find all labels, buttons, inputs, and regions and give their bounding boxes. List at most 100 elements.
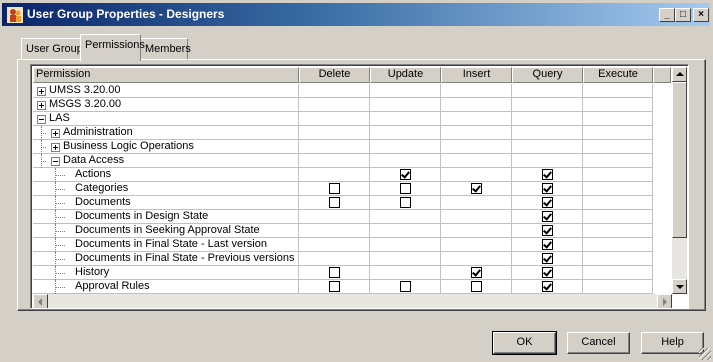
query-checkbox[interactable] (542, 183, 553, 194)
update-checkbox[interactable] (400, 197, 411, 208)
table-row[interactable]: Actions (33, 168, 671, 182)
insert-cell (441, 280, 512, 294)
delete-cell (299, 266, 370, 280)
table-row[interactable]: Business Logic Operations (33, 140, 671, 154)
permission-cell: UMSS 3.20.00 (33, 84, 299, 98)
tab-permissions[interactable]: Permissions (80, 34, 145, 61)
query-cell (512, 238, 583, 252)
update-cell (370, 168, 441, 182)
permission-label: Actions (75, 168, 112, 180)
update-cell (370, 112, 441, 126)
close-icon: × (698, 9, 704, 20)
scroll-left-button[interactable] (33, 294, 48, 308)
table-row[interactable]: UMSS 3.20.00 (33, 84, 671, 98)
query-cell (512, 140, 583, 154)
title-bar[interactable]: User Group Properties - Designers _ □ × (2, 3, 710, 26)
maximize-button[interactable]: □ (675, 8, 691, 22)
table-row[interactable]: Data Access (33, 154, 671, 168)
tab-label: User Group (26, 43, 83, 55)
execute-cell (583, 210, 653, 224)
cancel-button[interactable]: Cancel (567, 332, 630, 354)
table-row[interactable]: LAS (33, 112, 671, 126)
resize-grip-icon[interactable] (699, 348, 711, 360)
expand-icon[interactable] (51, 143, 60, 152)
expand-icon[interactable] (37, 87, 46, 96)
query-cell (512, 280, 583, 294)
table-row[interactable]: MSGS 3.20.00 (33, 98, 671, 112)
column-header-execute[interactable]: Execute (583, 67, 653, 83)
update-cell (370, 84, 441, 98)
column-header-delete[interactable]: Delete (299, 67, 370, 83)
insert-cell (441, 196, 512, 210)
table-row[interactable]: Documents in Seeking Approval State (33, 224, 671, 238)
tab-user-group[interactable]: User Group (21, 38, 83, 60)
delete-cell (299, 126, 370, 140)
ok-button[interactable]: OK (492, 331, 557, 355)
vertical-scrollbar[interactable] (672, 67, 687, 294)
permission-cell: MSGS 3.20.00 (33, 98, 299, 112)
minimize-button[interactable]: _ (659, 8, 675, 22)
insert-checkbox[interactable] (471, 267, 482, 278)
delete-checkbox[interactable] (329, 197, 340, 208)
close-button[interactable]: × (693, 8, 709, 22)
insert-cell (441, 252, 512, 266)
expand-icon[interactable] (37, 101, 46, 110)
query-checkbox[interactable] (542, 225, 553, 236)
tree-line (55, 175, 65, 176)
permission-label: Business Logic Operations (63, 140, 194, 152)
query-checkbox[interactable] (542, 239, 553, 250)
delete-checkbox[interactable] (329, 281, 340, 292)
table-row[interactable]: Documents in Final State - Last version (33, 238, 671, 252)
tree-line (55, 189, 65, 190)
scroll-right-button[interactable] (657, 294, 672, 308)
tab-label: Permissions (85, 39, 145, 51)
update-cell (370, 196, 441, 210)
query-checkbox[interactable] (542, 253, 553, 264)
query-cell (512, 266, 583, 280)
table-row[interactable]: Categories (33, 182, 671, 196)
permission-label: Documents in Design State (75, 210, 209, 222)
delete-cell (299, 168, 370, 182)
table-row[interactable]: Documents in Design State (33, 210, 671, 224)
permissions-grid[interactable]: Permission Delete Update Insert Query Ex… (30, 64, 689, 309)
query-checkbox[interactable] (542, 267, 553, 278)
insert-checkbox[interactable] (471, 183, 482, 194)
scroll-up-button[interactable] (672, 67, 687, 82)
query-checkbox[interactable] (542, 169, 553, 180)
column-header-query[interactable]: Query (512, 67, 583, 83)
column-header-insert[interactable]: Insert (441, 67, 512, 83)
permission-label: Approval Rules (75, 280, 150, 292)
insert-checkbox[interactable] (471, 281, 482, 292)
delete-checkbox[interactable] (329, 183, 340, 194)
permission-cell: Documents (33, 196, 299, 210)
table-row[interactable]: Documents in Final State - Previous vers… (33, 252, 671, 266)
insert-cell (441, 154, 512, 168)
query-checkbox[interactable] (542, 197, 553, 208)
help-button[interactable]: Help (641, 332, 704, 354)
table-row[interactable]: Administration (33, 126, 671, 140)
scroll-thumb[interactable] (672, 82, 687, 238)
table-row[interactable]: History (33, 266, 671, 280)
table-row[interactable]: Documents (33, 196, 671, 210)
scroll-down-button[interactable] (672, 279, 687, 294)
dialog-window: User Group Properties - Designers _ □ × … (0, 0, 713, 362)
permission-cell: Approval Rules (33, 280, 299, 294)
update-checkbox[interactable] (400, 183, 411, 194)
tree-line (55, 245, 65, 246)
update-checkbox[interactable] (400, 169, 411, 180)
permission-label: Documents in Final State - Previous vers… (75, 252, 295, 264)
column-header-update[interactable]: Update (370, 67, 441, 83)
collapse-icon[interactable] (51, 157, 60, 166)
tab-members[interactable]: Members (140, 38, 191, 60)
column-header-permission[interactable]: Permission (33, 67, 299, 83)
collapse-icon[interactable] (37, 115, 46, 124)
expand-icon[interactable] (51, 129, 60, 138)
table-row[interactable]: Approval Rules (33, 280, 671, 294)
horizontal-scrollbar[interactable] (33, 294, 672, 308)
execute-cell (583, 238, 653, 252)
delete-checkbox[interactable] (329, 267, 340, 278)
query-checkbox[interactable] (542, 281, 553, 292)
grid-rows: UMSS 3.20.00 MSGS 3.20.00 LAS Administratio… (33, 84, 671, 294)
query-checkbox[interactable] (542, 211, 553, 222)
update-checkbox[interactable] (400, 281, 411, 292)
